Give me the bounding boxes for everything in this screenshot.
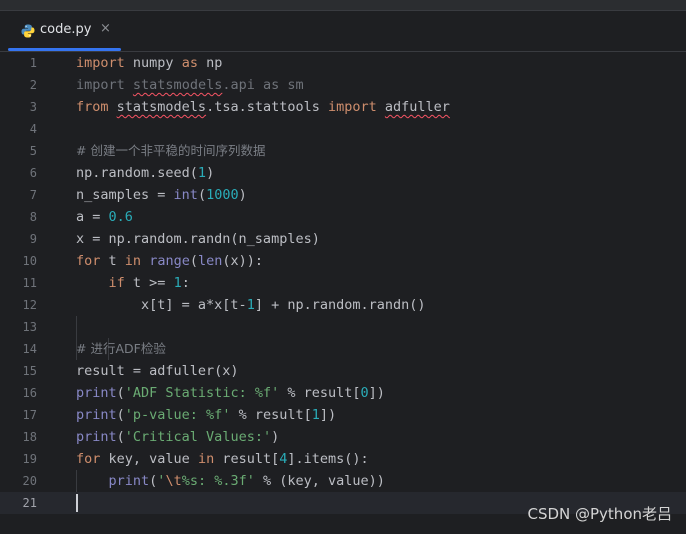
tab-code-py[interactable]: code.py × [8, 11, 121, 51]
editor-tab-bar: code.py × [0, 11, 686, 52]
code-comment: # 创建一个非平稳的时间序列数据 [76, 143, 266, 158]
line-number: 7 [29, 188, 37, 202]
line-number: 3 [29, 100, 37, 114]
line-number: 18 [22, 430, 37, 444]
line-number: 13 [22, 320, 37, 334]
line-number: 9 [29, 232, 37, 246]
code-text: print('ADF Statistic: %f' % result[0]) [76, 385, 385, 401]
code-text: x[t] = a*x[t-1] + np.random.randn() [76, 297, 426, 313]
line-number: 14 [22, 342, 37, 356]
line-number: 11 [22, 276, 37, 290]
code-line: 9 x = np.random.randn(n_samples) [0, 228, 686, 250]
line-number: 20 [22, 474, 37, 488]
window-top-strip [0, 0, 686, 11]
active-tab-indicator [8, 48, 121, 51]
code-line: 15 result = adfuller(x) [0, 360, 686, 382]
code-line: 19 for key, value in result[4].items(): [0, 448, 686, 470]
code-text: if t >= 1: [108, 275, 190, 291]
code-text: from statsmodels.tsa.stattools import ad… [76, 99, 450, 115]
code-text: np.random.seed(1) [76, 165, 215, 181]
line-number: 12 [22, 298, 37, 312]
code-line: 3 from statsmodels.tsa.stattools import … [0, 96, 686, 118]
tab-label: code.py [40, 22, 92, 37]
line-number: 15 [22, 364, 37, 378]
line-number: 4 [29, 122, 37, 136]
line-number: 1 [29, 56, 37, 70]
code-comment: # 进行ADF检验 [76, 341, 166, 356]
code-line: 12 x[t] = a*x[t-1] + np.random.randn() [0, 294, 686, 316]
code-line: 2 import statsmodels.api as sm [0, 74, 686, 96]
python-icon [21, 24, 35, 38]
line-number: 2 [29, 78, 37, 92]
line-number: 21 [22, 496, 37, 510]
code-line: 20 print('\t%s: %.3f' % (key, value)) [0, 470, 686, 492]
line-number: 10 [22, 254, 37, 268]
code-line: 10 for t in range(len(x)): [0, 250, 686, 272]
code-text: print('Critical Values:') [76, 429, 280, 445]
code-text: n_samples = int(1000) [76, 187, 247, 203]
code-line: 16 print('ADF Statistic: %f' % result[0]… [0, 382, 686, 404]
line-number: 5 [29, 144, 37, 158]
line-number: 16 [22, 386, 37, 400]
text-caret [76, 494, 78, 512]
code-line: 7 n_samples = int(1000) [0, 184, 686, 206]
code-editor[interactable]: 1 import numpy as np 2 import statsmodel… [0, 52, 686, 534]
code-text: import numpy as np [76, 55, 223, 71]
watermark: CSDN @Python老吕 [527, 505, 672, 523]
code-text: import statsmodels.api as sm [76, 77, 304, 93]
code-line: 5 # 创建一个非平稳的时间序列数据 [0, 140, 686, 162]
code-line: 6 np.random.seed(1) [0, 162, 686, 184]
code-line: 17 print('p-value: %f' % result[1]) [0, 404, 686, 426]
code-line: 4 [0, 118, 686, 140]
code-text: result = adfuller(x) [76, 363, 239, 379]
code-line: 8 a = 0.6 [0, 206, 686, 228]
code-line: 18 print('Critical Values:') [0, 426, 686, 448]
code-text: print('\t%s: %.3f' % (key, value)) [108, 473, 385, 489]
code-text: for key, value in result[4].items(): [76, 451, 369, 467]
code-line: 13 [0, 316, 686, 338]
code-text: a = 0.6 [76, 209, 133, 225]
line-number: 17 [22, 408, 37, 422]
code-text: for t in range(len(x)): [76, 253, 263, 269]
code-line: 1 import numpy as np [0, 52, 686, 74]
line-number: 8 [29, 210, 37, 224]
close-icon[interactable]: × [100, 21, 111, 36]
code-text: x = np.random.randn(n_samples) [76, 231, 320, 247]
code-line: 11 if t >= 1: [0, 272, 686, 294]
line-number: 19 [22, 452, 37, 466]
code-text: print('p-value: %f' % result[1]) [76, 407, 337, 423]
line-number: 6 [29, 166, 37, 180]
code-line: 14 # 进行ADF检验 [0, 338, 686, 360]
